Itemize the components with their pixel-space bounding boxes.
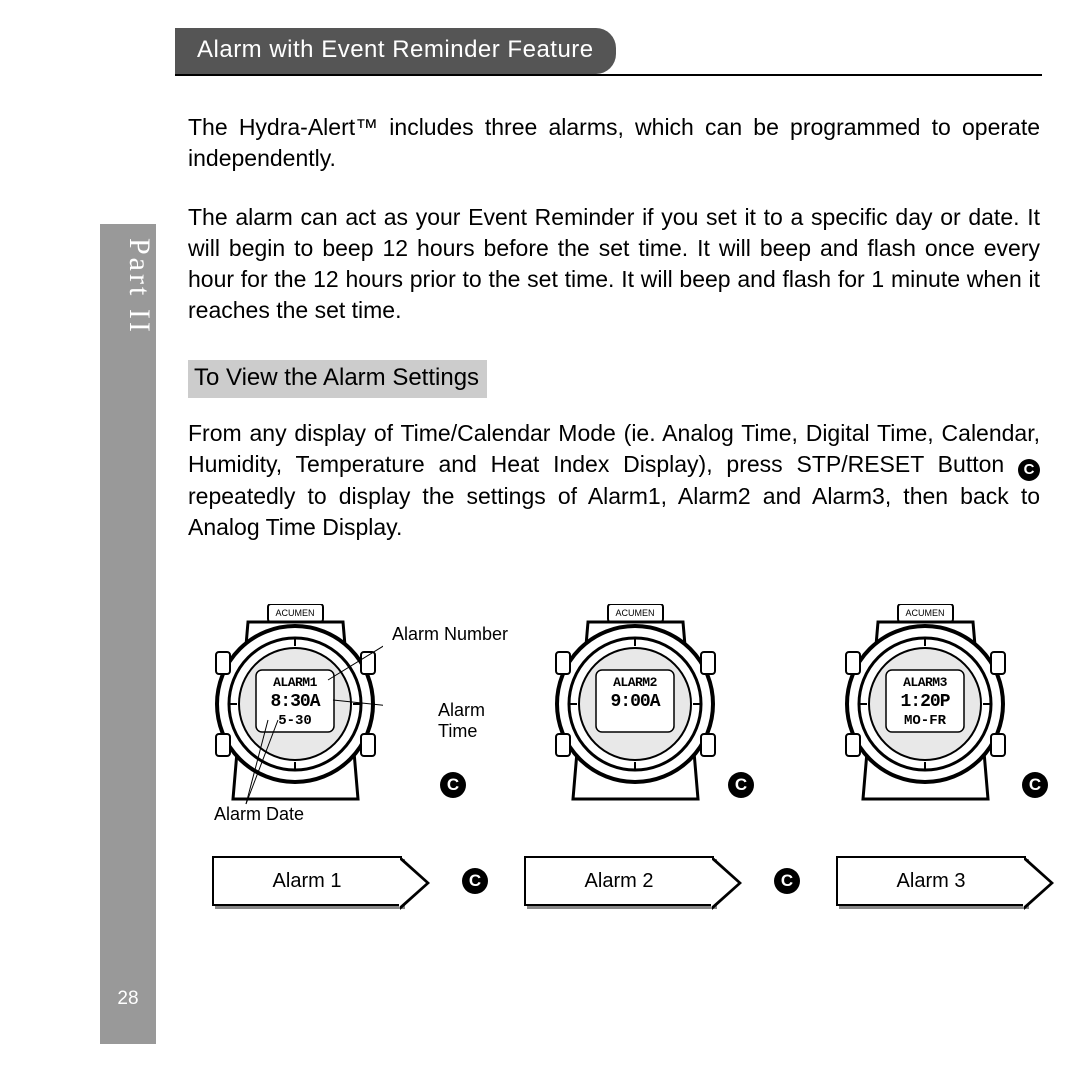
section-title: Alarm with Event Reminder Feature [175,28,616,74]
alarm-diagram: ACUMEN ALARM1 8:30A 5-30 [188,604,1048,934]
paragraph-3-part-a: From any display of Time/Calendar Mode (… [188,420,1040,477]
page-number: 28 [100,988,156,1010]
paragraph-3: From any display of Time/Calendar Mode (… [188,418,1040,543]
arrow-alarm-2: Alarm 2 [524,856,714,906]
header-rule [175,74,1042,76]
paragraph-1: The Hydra-Alert™ includes three alarms, … [188,112,1040,174]
subheading: To View the Alarm Settings [188,360,487,397]
paragraph-3-part-b: repeatedly to display the settings of Al… [188,483,1040,540]
arrow-alarm-3: Alarm 3 [836,856,1026,906]
arrow-alarm-1: Alarm 1 [212,856,402,906]
side-tab: Part II 28 [100,224,156,1044]
paragraph-2: The alarm can act as your Event Reminder… [188,202,1040,326]
arrow-row: Alarm 1 C Alarm 2 C Alarm 3 [212,856,1026,906]
callout-alarm-time: Alarm Time [438,700,485,742]
button-c-between-2-3: C [774,868,800,894]
button-c-badge-1: C [440,772,466,798]
button-c-badge-2: C [728,772,754,798]
section-header: Alarm with Event Reminder Feature [175,28,1042,76]
button-c-badge-3: C [1022,772,1048,798]
callout-alarm-date: Alarm Date [214,804,304,825]
callout-alarm-number: Alarm Number [392,624,508,645]
button-c-between-1-2: C [462,868,488,894]
body-text: The Hydra-Alert™ includes three alarms, … [188,112,1040,571]
part-label: Part II [100,238,156,335]
button-c-inline-icon: C [1018,459,1040,481]
